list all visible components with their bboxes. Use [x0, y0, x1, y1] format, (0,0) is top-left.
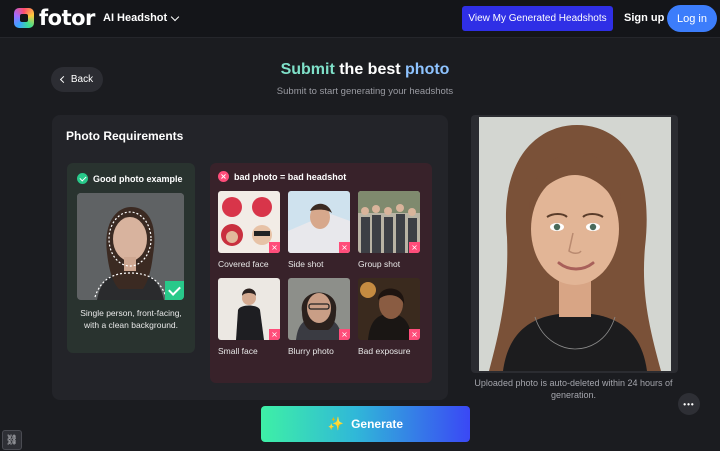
good-photo-example-card: Good photo example Single person, front-…: [67, 163, 195, 353]
bad-example-label: Blurry photo: [288, 346, 334, 356]
fotor-logo[interactable]: fotor: [14, 6, 95, 30]
top-header: fotor AI Headshot View My Generated Head…: [0, 0, 720, 38]
side-shot-image: ×: [288, 191, 350, 253]
chevron-down-icon: [170, 12, 180, 21]
x-badge-icon: ×: [409, 329, 420, 340]
ai-headshot-menu[interactable]: AI Headshot: [103, 12, 180, 24]
check-badge-icon: [165, 281, 184, 300]
generate-button[interactable]: ✨ Generate: [261, 406, 470, 442]
bad-example-covered-face: × Covered face: [218, 191, 280, 269]
more-options-button[interactable]: •••: [678, 393, 700, 415]
more-dots-icon: •••: [683, 399, 695, 409]
bad-example-small-face: × Small face: [218, 278, 280, 356]
bad-photo-examples-card: × bad photo = bad headshot × Covered fac…: [210, 163, 432, 383]
sign-up-link[interactable]: Sign up: [624, 12, 664, 24]
view-generated-headshots-button[interactable]: View My Generated Headshots: [462, 6, 613, 31]
title-word-submit: Submit: [280, 61, 335, 78]
bad-photo-heading-text: bad photo = bad headshot: [234, 171, 347, 182]
uploaded-portrait-image: [479, 117, 671, 371]
bad-photo-heading: × bad photo = bad headshot: [218, 171, 346, 182]
check-circle-icon: [77, 173, 88, 184]
title-word-photo: photo: [405, 61, 450, 78]
good-photo-caption: Single person, front-facing, with a clea…: [80, 308, 182, 330]
bad-example-blurry-photo: × Blurry photo: [288, 278, 350, 356]
auto-delete-note: Uploaded photo is auto-deleted within 24…: [474, 378, 673, 400]
bad-example-label: Bad exposure: [358, 346, 411, 356]
covered-face-image: ×: [218, 191, 280, 253]
good-photo-heading-text: Good photo example: [93, 173, 183, 184]
small-face-image: ×: [218, 278, 280, 340]
link-icon[interactable]: ⛓: [2, 430, 22, 450]
x-badge-icon: ×: [409, 242, 420, 253]
group-shot-image: ×: [358, 191, 420, 253]
page-subtitle: Submit to start generating your headshot…: [276, 86, 454, 97]
uploaded-photo: [479, 117, 671, 371]
ai-headshot-menu-label: AI Headshot: [103, 12, 168, 24]
page-title: Submit the best photo: [0, 61, 720, 79]
bad-example-bad-exposure: × Bad exposure: [358, 278, 420, 356]
x-badge-icon: ×: [339, 329, 350, 340]
blurry-photo-image: ×: [288, 278, 350, 340]
x-badge-icon: ×: [269, 242, 280, 253]
logo-text: fotor: [39, 6, 95, 30]
bad-example-side-shot: × Side shot: [288, 191, 350, 269]
x-circle-icon: ×: [218, 171, 229, 182]
log-in-button[interactable]: Log in: [667, 5, 717, 32]
good-photo-heading: Good photo example: [77, 173, 183, 184]
bad-example-group-shot: × Group shot: [358, 191, 420, 269]
bad-example-label: Covered face: [218, 259, 269, 269]
generate-label: Generate: [351, 417, 404, 431]
magic-wand-icon: ✨: [327, 416, 345, 431]
title-middle: the best: [334, 61, 406, 78]
fotor-logo-icon: [14, 8, 34, 28]
bad-example-label: Small face: [218, 346, 258, 356]
photo-requirements-panel: Photo Requirements Good photo example Si…: [52, 115, 448, 400]
bad-exposure-image: ×: [358, 278, 420, 340]
good-photo-image: [77, 193, 184, 300]
x-badge-icon: ×: [339, 242, 350, 253]
x-badge-icon: ×: [269, 329, 280, 340]
bad-example-label: Side shot: [288, 259, 324, 269]
requirements-title: Photo Requirements: [66, 129, 184, 143]
uploaded-photo-frame[interactable]: [471, 115, 678, 373]
bad-example-label: Group shot: [358, 259, 401, 269]
